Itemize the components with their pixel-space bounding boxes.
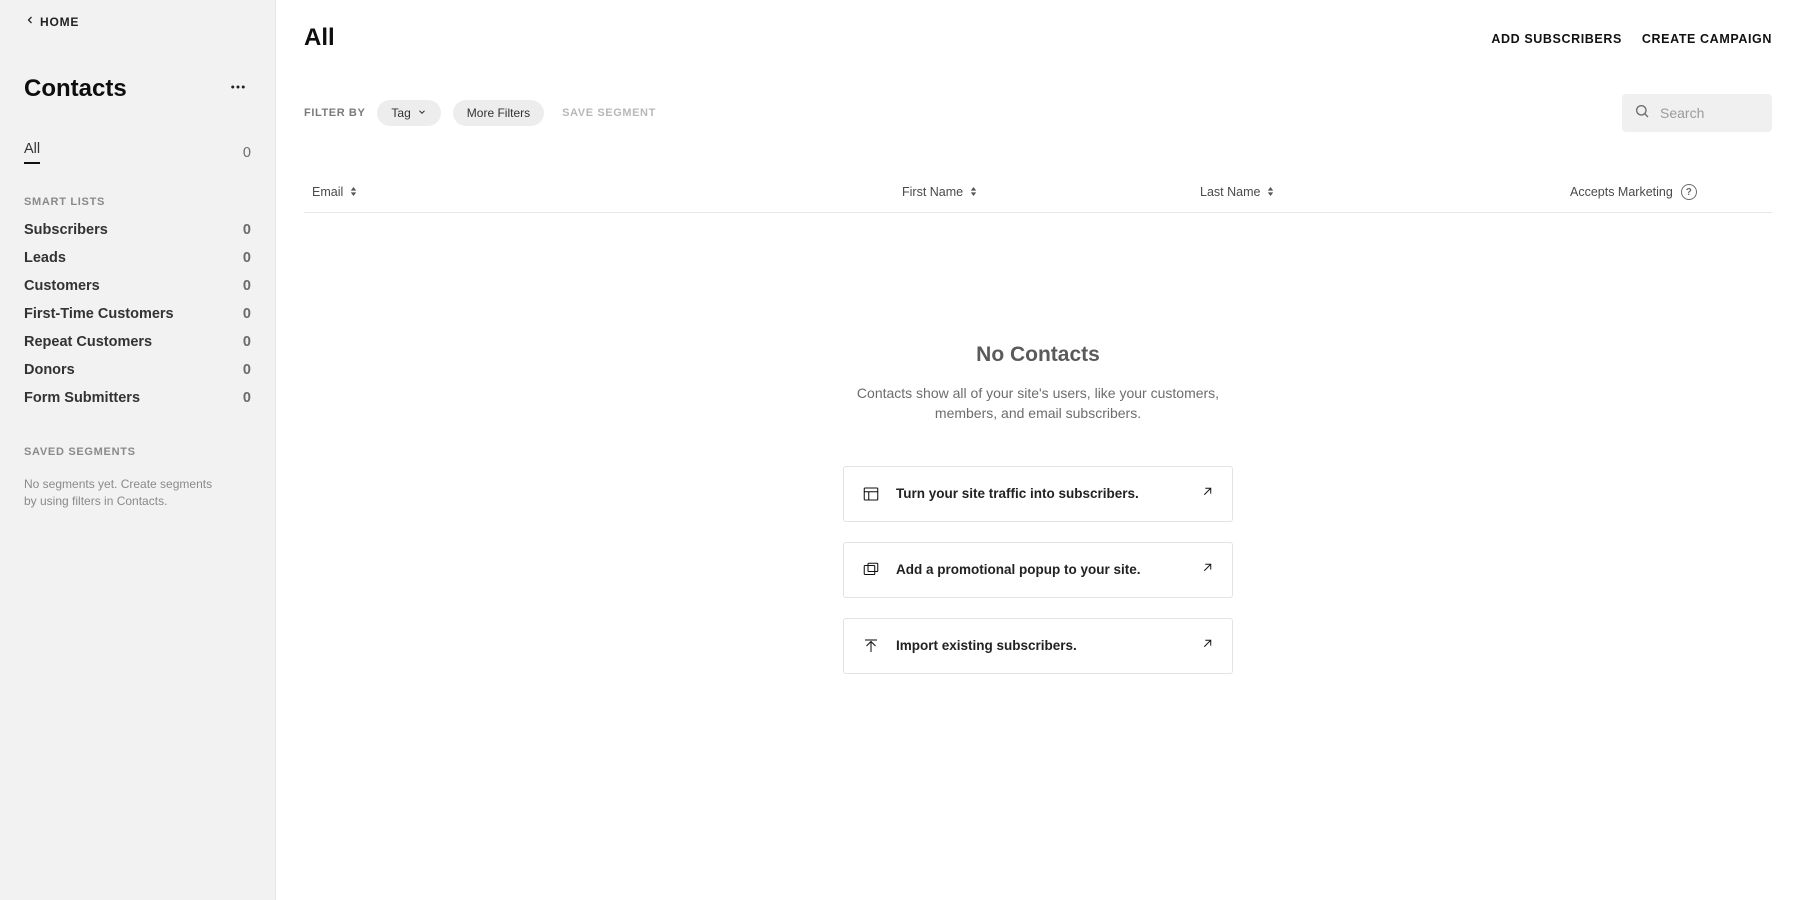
- filter-row: FILTER BY Tag More Filters SAVE SEGMENT: [304, 94, 1772, 132]
- save-segment-button[interactable]: SAVE SEGMENT: [562, 107, 656, 119]
- action-card-label: Turn your site traffic into subscribers.: [896, 486, 1185, 501]
- smart-lists-header: SMART LISTS: [24, 196, 251, 208]
- tag-filter-chip[interactable]: Tag: [377, 100, 440, 126]
- dots-horizontal-icon: [229, 78, 247, 101]
- home-link[interactable]: HOME: [24, 14, 251, 29]
- header-actions: ADD SUBSCRIBERS CREATE CAMPAIGN: [1491, 24, 1772, 46]
- tag-filter-label: Tag: [391, 106, 410, 120]
- saved-segments-header: SAVED SEGMENTS: [24, 446, 251, 458]
- column-header-last-name[interactable]: Last Name: [1200, 185, 1570, 199]
- help-icon[interactable]: ?: [1681, 184, 1697, 200]
- action-card-promo-popup[interactable]: Add a promotional popup to your site.: [843, 542, 1233, 598]
- chevron-down-icon: [417, 106, 427, 120]
- sidebar-item-count: 0: [243, 250, 251, 266]
- empty-state-title: No Contacts: [843, 343, 1233, 367]
- sidebar-item-customers[interactable]: Customers 0: [24, 272, 251, 300]
- arrow-up-right-icon: [1201, 637, 1214, 655]
- sidebar-item-label: Donors: [24, 362, 75, 378]
- sidebar-item-count: 0: [243, 306, 251, 322]
- arrow-up-right-icon: [1201, 561, 1214, 579]
- column-header-accepts-marketing: Accepts Marketing ?: [1570, 184, 1764, 200]
- upload-icon: [862, 637, 880, 655]
- filter-by-label: FILTER BY: [304, 107, 365, 119]
- sidebar-item-form-submitters[interactable]: Form Submitters 0: [24, 384, 251, 412]
- sidebar-item-label: Subscribers: [24, 222, 108, 238]
- sidebar-item-label: First-Time Customers: [24, 306, 174, 322]
- action-card-label: Import existing subscribers.: [896, 638, 1185, 653]
- popup-icon: [862, 561, 880, 579]
- sidebar-item-donors[interactable]: Donors 0: [24, 356, 251, 384]
- sidebar-item-label: Repeat Customers: [24, 334, 152, 350]
- empty-state: No Contacts Contacts show all of your si…: [843, 343, 1233, 694]
- column-header-first-name[interactable]: First Name: [902, 185, 1200, 199]
- sidebar-title-row: Contacts: [24, 75, 251, 103]
- sidebar-item-label: All: [24, 141, 40, 164]
- sort-icon: [969, 185, 978, 199]
- sidebar-item-label: Leads: [24, 250, 66, 266]
- sidebar-item-all[interactable]: All 0: [24, 135, 251, 170]
- column-label: Last Name: [1200, 185, 1260, 199]
- saved-segments-note: No segments yet. Create segments by usin…: [24, 476, 224, 511]
- column-header-email[interactable]: Email: [312, 185, 902, 199]
- sidebar-title: Contacts: [24, 75, 127, 103]
- layout-icon: [862, 485, 880, 503]
- sidebar-more-button[interactable]: [225, 76, 251, 102]
- column-label: First Name: [902, 185, 963, 199]
- filter-controls: FILTER BY Tag More Filters SAVE SEGMENT: [304, 100, 656, 126]
- arrow-up-right-icon: [1201, 485, 1214, 503]
- chevron-left-icon: [24, 14, 36, 29]
- sidebar-item-leads[interactable]: Leads 0: [24, 244, 251, 272]
- sidebar: HOME Contacts All 0 SMART LISTS Subscrib…: [0, 0, 276, 900]
- page-title: All: [304, 24, 335, 52]
- table-header: Email First Name Last Name Accepts Marke…: [304, 172, 1772, 213]
- action-card-traffic-subscribers[interactable]: Turn your site traffic into subscribers.: [843, 466, 1233, 522]
- sidebar-item-label: Customers: [24, 278, 100, 294]
- column-label: Email: [312, 185, 343, 199]
- empty-state-description: Contacts show all of your site's users, …: [843, 383, 1233, 424]
- more-filters-chip[interactable]: More Filters: [453, 100, 544, 126]
- sidebar-item-count: 0: [243, 222, 251, 238]
- action-card-label: Add a promotional popup to your site.: [896, 562, 1185, 577]
- smart-lists: Subscribers 0 Leads 0 Customers 0 First-…: [24, 216, 251, 412]
- sort-icon: [1266, 185, 1275, 199]
- sidebar-item-count: 0: [243, 278, 251, 294]
- action-card-import-subscribers[interactable]: Import existing subscribers.: [843, 618, 1233, 674]
- sidebar-item-repeat-customers[interactable]: Repeat Customers 0: [24, 328, 251, 356]
- column-label: Accepts Marketing: [1570, 185, 1673, 199]
- sidebar-item-subscribers[interactable]: Subscribers 0: [24, 216, 251, 244]
- search-icon: [1634, 103, 1650, 124]
- sort-icon: [349, 185, 358, 199]
- create-campaign-button[interactable]: CREATE CAMPAIGN: [1642, 24, 1772, 46]
- more-filters-label: More Filters: [467, 106, 530, 120]
- home-link-label: HOME: [40, 15, 79, 29]
- sidebar-item-count: 0: [243, 334, 251, 350]
- sidebar-item-label: Form Submitters: [24, 390, 140, 406]
- sidebar-item-count: 0: [243, 362, 251, 378]
- add-subscribers-button[interactable]: ADD SUBSCRIBERS: [1491, 24, 1622, 46]
- search-box[interactable]: [1622, 94, 1772, 132]
- sidebar-item-first-time-customers[interactable]: First-Time Customers 0: [24, 300, 251, 328]
- sidebar-item-count: 0: [243, 145, 251, 161]
- main: All ADD SUBSCRIBERS CREATE CAMPAIGN FILT…: [276, 0, 1800, 900]
- sidebar-item-count: 0: [243, 390, 251, 406]
- main-header: All ADD SUBSCRIBERS CREATE CAMPAIGN: [304, 24, 1772, 52]
- search-input[interactable]: [1660, 105, 1760, 121]
